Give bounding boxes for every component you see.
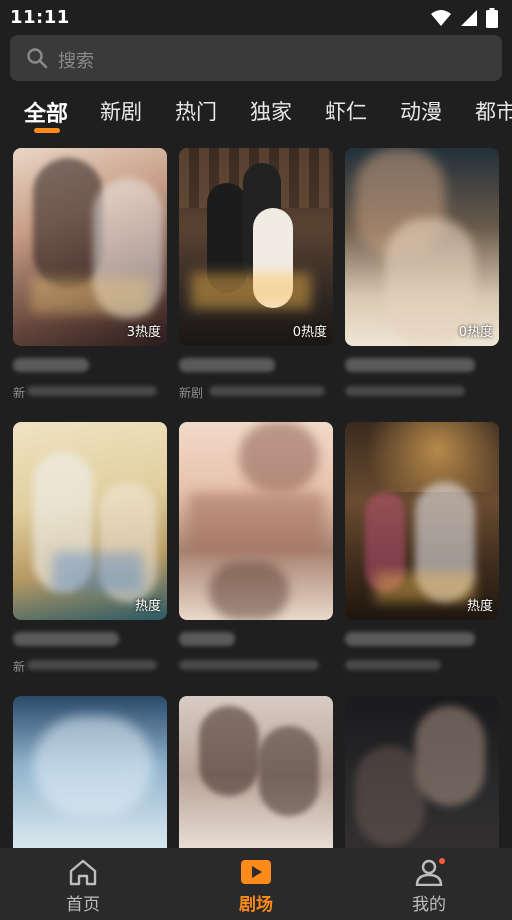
- wifi-icon: [431, 10, 451, 26]
- drama-grid: 3热度 新 0热度 新剧 0热度 热度 新 热度: [0, 148, 512, 848]
- search-icon: [27, 48, 48, 69]
- nav-profile[interactable]: 我的: [369, 848, 489, 920]
- drama-poster[interactable]: 3热度: [13, 148, 167, 346]
- battery-icon: [486, 8, 498, 28]
- nav-home-label: 首页: [66, 895, 100, 915]
- status-icons: [430, 8, 498, 28]
- nav-theater[interactable]: 剧场: [196, 848, 316, 920]
- blurred-title: [13, 358, 89, 372]
- blurred-title: [13, 632, 119, 646]
- drama-poster[interactable]: [13, 696, 167, 848]
- heat-label: 0热度: [458, 325, 493, 340]
- blurred-subtitle: [27, 386, 157, 396]
- blurred-subtitle: [345, 386, 465, 396]
- search-bar[interactable]: 搜索: [10, 35, 502, 81]
- blurred-subtitle: [27, 660, 157, 670]
- active-tab-indicator: [34, 128, 60, 133]
- tab-new[interactable]: 新剧: [100, 96, 142, 126]
- nav-theater-label: 剧场: [239, 895, 273, 915]
- drama-poster[interactable]: [179, 696, 333, 848]
- tab-hot[interactable]: 热门: [175, 96, 217, 126]
- heat-label: 0热度: [292, 325, 327, 340]
- drama-poster[interactable]: 热度: [13, 422, 167, 620]
- blurred-title: [179, 632, 235, 646]
- blurred-title: [345, 358, 475, 372]
- heat-label: 热度: [466, 599, 493, 614]
- play-icon: [241, 860, 271, 884]
- tab-urban[interactable]: 都市: [475, 96, 512, 126]
- notification-dot: [439, 858, 445, 864]
- search-placeholder: 搜索: [58, 51, 94, 72]
- tab-exclusive[interactable]: 独家: [250, 96, 292, 126]
- status-time: 11:11: [10, 7, 70, 28]
- blurred-title: [345, 632, 475, 646]
- drama-poster[interactable]: [345, 696, 499, 848]
- status-bar: 11:11: [0, 0, 512, 34]
- nav-profile-label: 我的: [412, 895, 446, 915]
- blurred-title: [179, 358, 275, 372]
- heat-label: 3热度: [126, 325, 161, 340]
- drama-poster[interactable]: 0热度: [345, 148, 499, 346]
- category-tabs: 全部 新剧 热门 独家 虾仁 动漫 都市: [0, 92, 512, 136]
- home-icon: [69, 859, 97, 886]
- tab-all[interactable]: 全部: [24, 96, 68, 128]
- tab-xiaren[interactable]: 虾仁: [325, 96, 367, 126]
- drama-poster[interactable]: 0热度: [179, 148, 333, 346]
- tab-anime[interactable]: 动漫: [400, 96, 442, 126]
- nav-home[interactable]: 首页: [23, 848, 143, 920]
- blurred-subtitle: [345, 660, 441, 670]
- blurred-subtitle: [179, 660, 319, 670]
- heat-label: 热度: [134, 599, 161, 614]
- signal-icon: [461, 10, 477, 26]
- drama-poster[interactable]: 热度: [345, 422, 499, 620]
- bottom-nav: 首页 剧场 我的: [0, 848, 512, 920]
- blurred-subtitle: [209, 386, 325, 396]
- drama-poster[interactable]: [179, 422, 333, 620]
